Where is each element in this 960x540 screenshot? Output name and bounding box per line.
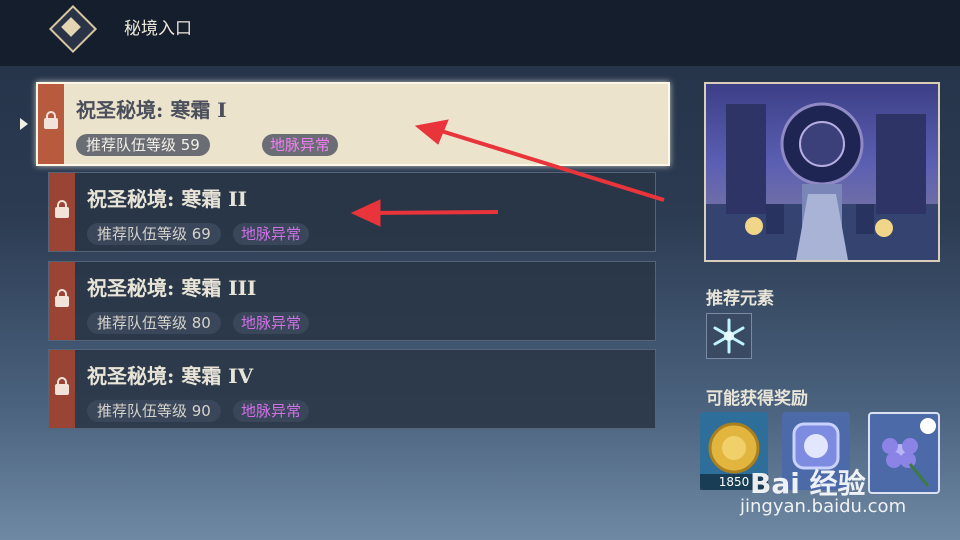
annotation-arrow-2: [371, 210, 499, 215]
annotation-arrows: [350, 119, 665, 227]
annotation-arrow-1: [437, 128, 665, 202]
annotation-arrow-2-head: [350, 199, 381, 227]
annotation-arrow-1-head: [414, 119, 449, 145]
